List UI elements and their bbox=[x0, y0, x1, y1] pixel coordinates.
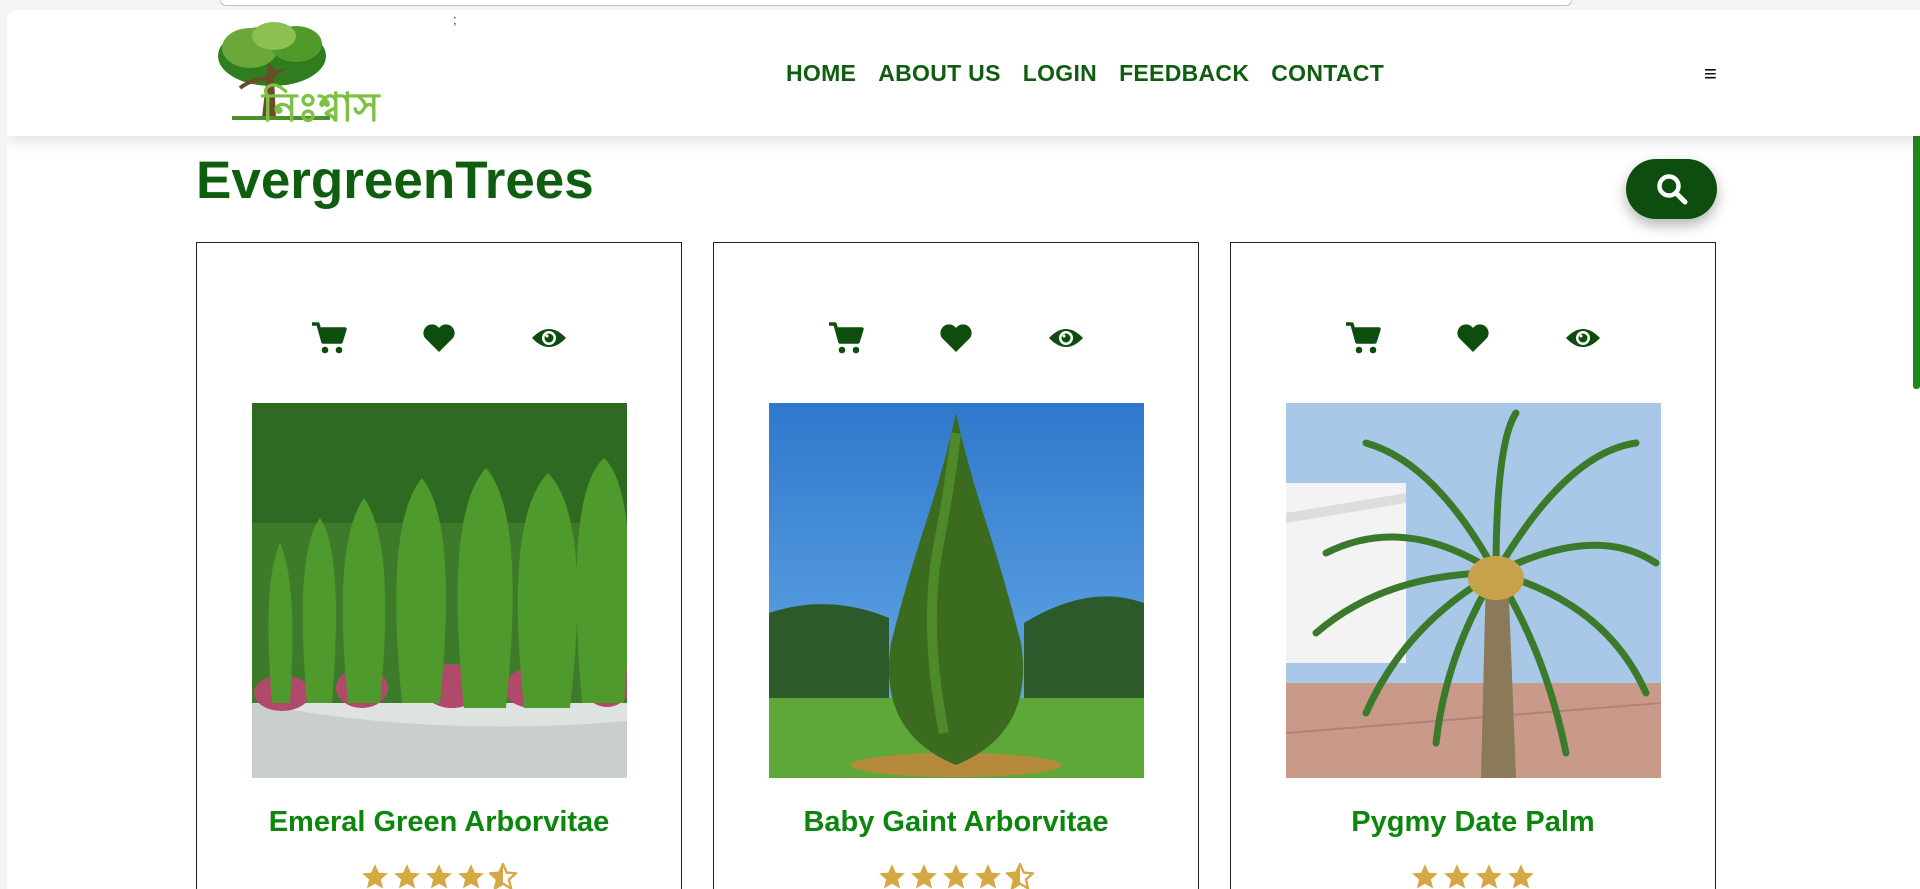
product-card: Baby Gaint Arborvitae bbox=[713, 242, 1199, 889]
eye-icon[interactable] bbox=[1046, 318, 1086, 358]
product-card: Emeral Green Arborvitae bbox=[196, 242, 682, 889]
half-star-icon bbox=[1006, 863, 1034, 889]
eye-icon[interactable] bbox=[529, 318, 569, 358]
star-icon bbox=[975, 864, 1001, 889]
search-button[interactable] bbox=[1626, 159, 1717, 219]
star-icon bbox=[426, 864, 452, 889]
product-name[interactable]: Emeral Green Arborvitae bbox=[197, 806, 681, 839]
star-icon bbox=[1508, 864, 1534, 889]
star-icon bbox=[943, 864, 969, 889]
main-nav: HOME ABOUT US LOGIN FEEDBACK CONTACT bbox=[786, 60, 1384, 87]
product-image-arborvitae-single[interactable] bbox=[769, 403, 1144, 778]
stray-semicolon: ; bbox=[453, 12, 457, 27]
product-card: Pygmy Date Palm bbox=[1230, 242, 1716, 889]
eye-icon[interactable] bbox=[1563, 318, 1603, 358]
search-icon bbox=[1656, 174, 1687, 205]
heart-icon[interactable] bbox=[1453, 318, 1493, 358]
card-actions bbox=[197, 318, 681, 358]
heart-icon[interactable] bbox=[936, 318, 976, 358]
card-actions bbox=[1231, 318, 1715, 358]
browser-top-edge bbox=[220, 0, 1572, 6]
site-logo[interactable]: নিঃশ্বাস bbox=[210, 18, 418, 131]
half-star-icon bbox=[489, 863, 517, 889]
star-icon bbox=[1444, 864, 1470, 889]
heart-icon[interactable] bbox=[419, 318, 459, 358]
nav-contact[interactable]: CONTACT bbox=[1271, 60, 1384, 87]
page: নিঃশ্বাস ; HOME ABOUT US LOGIN FEEDBACK … bbox=[7, 10, 1920, 889]
cart-icon[interactable] bbox=[309, 318, 349, 358]
star-icon bbox=[1476, 864, 1502, 889]
site-header: নিঃশ্বাস ; HOME ABOUT US LOGIN FEEDBACK … bbox=[7, 10, 1920, 136]
product-rating bbox=[1231, 863, 1715, 889]
nav-feedback[interactable]: FEEDBACK bbox=[1119, 60, 1249, 87]
hamburger-menu-icon[interactable]: ≡ bbox=[1704, 61, 1717, 87]
product-name[interactable]: Pygmy Date Palm bbox=[1231, 806, 1715, 839]
star-icon bbox=[458, 864, 484, 889]
product-rating bbox=[714, 863, 1198, 889]
logo-text: নিঃশ্বাস bbox=[262, 85, 380, 131]
star-icon bbox=[911, 864, 937, 889]
product-image-arborvitae-row[interactable] bbox=[252, 403, 627, 778]
cart-icon[interactable] bbox=[826, 318, 866, 358]
star-icon bbox=[362, 864, 388, 889]
nav-home[interactable]: HOME bbox=[786, 60, 856, 87]
nav-login[interactable]: LOGIN bbox=[1023, 60, 1097, 87]
product-image-date-palm[interactable] bbox=[1286, 403, 1661, 778]
product-name[interactable]: Baby Gaint Arborvitae bbox=[714, 806, 1198, 839]
product-rating bbox=[197, 863, 681, 889]
star-icon bbox=[394, 864, 420, 889]
star-icon bbox=[1412, 864, 1438, 889]
cart-icon[interactable] bbox=[1343, 318, 1383, 358]
card-actions bbox=[714, 318, 1198, 358]
page-title: EvergreenTrees bbox=[196, 151, 594, 210]
nav-about-us[interactable]: ABOUT US bbox=[878, 60, 1001, 87]
star-icon bbox=[879, 864, 905, 889]
